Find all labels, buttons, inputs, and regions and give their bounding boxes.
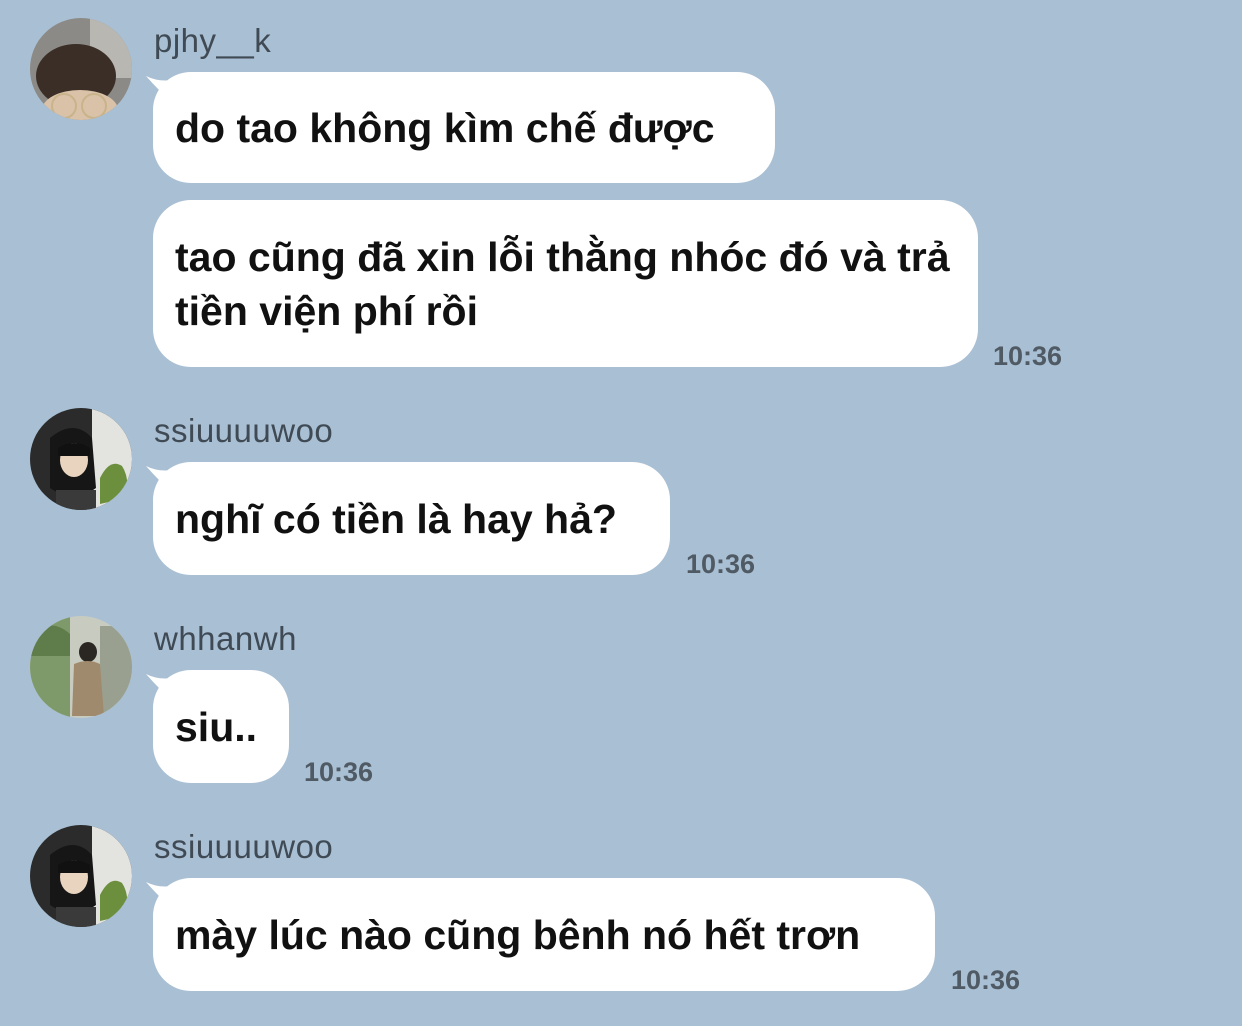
sender-name: whhanwh: [154, 620, 297, 657]
message-bubble[interactable]: tao cũng đã xin lỗi thằng nhóc đó và trả…: [153, 200, 978, 367]
message-text: mày lúc nào cũng bênh nó hết trơn: [175, 911, 861, 958]
message-text: nghĩ có tiền là hay hả?: [175, 495, 617, 542]
avatar-pjhy-k[interactable]: [30, 18, 132, 120]
message-bubble[interactable]: nghĩ có tiền là hay hả?: [153, 462, 670, 575]
message-text: tao cũng đã xin lỗi thằng nhóc đó và trả…: [175, 233, 950, 334]
avatar-photo-icon: [30, 825, 132, 927]
message-text: siu..: [175, 703, 258, 750]
avatar-ssiuuuuwoo[interactable]: [30, 825, 132, 927]
sender-name: pjhy__k: [154, 22, 272, 59]
message-bubble[interactable]: mày lúc nào cũng bênh nó hết trơn: [153, 878, 935, 991]
avatar-photo-icon: [30, 616, 132, 718]
avatar-photo-icon: [30, 408, 132, 510]
message-bubble[interactable]: siu..: [153, 670, 289, 783]
message-timestamp: 10:36: [993, 341, 1063, 371]
message-timestamp: 10:36: [951, 965, 1021, 995]
sender-name: ssiuuuuwoo: [154, 412, 334, 449]
message-text: do tao không kìm chế được: [175, 104, 715, 151]
message-timestamp: 10:36: [304, 757, 374, 787]
message-timestamp: 10:36: [686, 549, 756, 579]
avatar-whhanwh[interactable]: [30, 616, 132, 718]
sender-name: ssiuuuuwoo: [154, 828, 334, 865]
message-bubble[interactable]: do tao không kìm chế được: [153, 72, 775, 183]
avatar-ssiuuuuwoo[interactable]: [30, 408, 132, 510]
avatar-photo-icon: [30, 18, 132, 120]
